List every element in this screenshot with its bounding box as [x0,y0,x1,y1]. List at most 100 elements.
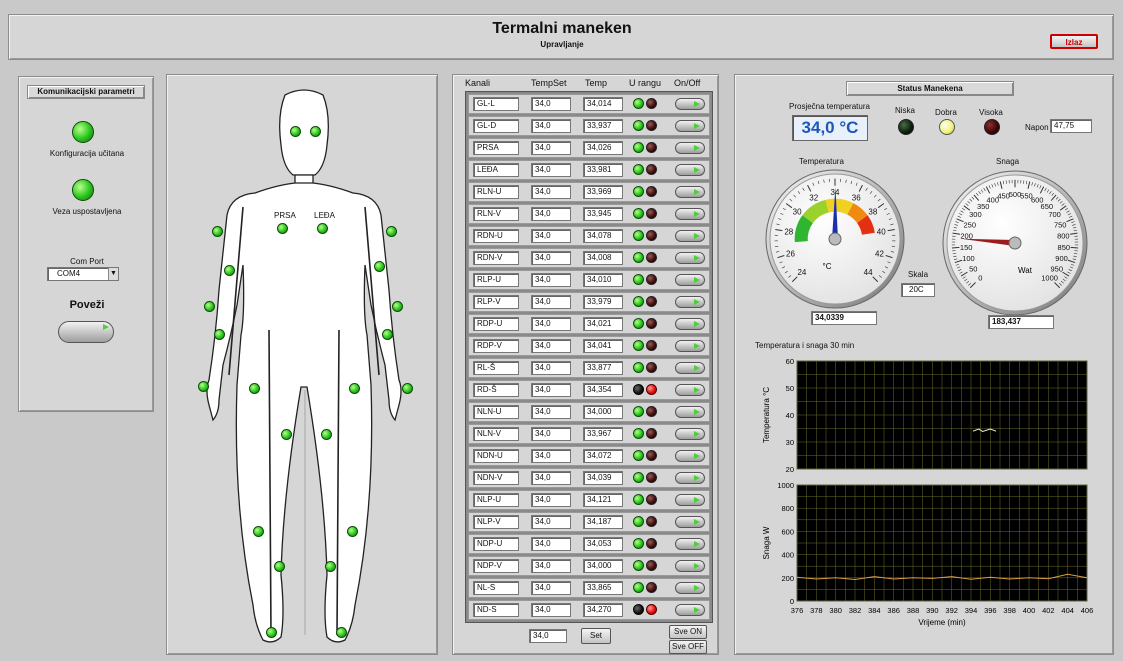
set-button[interactable]: Set [581,628,611,644]
channel-tempset-input[interactable]: 34,0 [531,383,571,397]
sensor-head-left[interactable] [290,126,301,137]
channel-onoff-toggle[interactable] [675,472,705,484]
channel-tempset-input[interactable]: 34,0 [531,163,571,177]
sensor-right-shin-1[interactable] [347,526,358,537]
channel-onoff-toggle[interactable] [675,450,705,462]
channel-onoff-toggle[interactable] [675,384,705,396]
sensor-right-upper-arm-2[interactable] [374,261,385,272]
channel-tempset-input[interactable]: 34,0 [531,493,571,507]
channel-tempset-input[interactable]: 34,0 [531,581,571,595]
channel-onoff-toggle[interactable] [675,362,705,374]
channel-onoff-toggle[interactable] [675,494,705,506]
channel-tempset-input[interactable]: 34,0 [531,603,571,617]
channel-onoff-toggle[interactable] [675,582,705,594]
y-tick-label: 400 [781,551,794,560]
channel-onoff-toggle[interactable] [675,318,705,330]
out-of-range-led [646,428,657,439]
channel-tempset-input[interactable]: 34,0 [531,185,571,199]
channel-row: RDP-V 34,0 34,041 [468,336,710,356]
channel-tempset-input[interactable]: 34,0 [531,229,571,243]
in-range-led [633,538,644,549]
exit-button[interactable]: Izlaz [1050,34,1098,49]
channel-tempset-input[interactable]: 34,0 [531,119,571,133]
out-of-range-led [646,362,657,373]
channel-onoff-toggle[interactable] [675,296,705,308]
channel-onoff-toggle[interactable] [675,406,705,418]
channel-tempset-input[interactable]: 34,0 [531,141,571,155]
app-title: Termalni maneken [492,20,632,37]
all-on-button[interactable]: Sve ON [669,625,707,639]
all-off-button[interactable]: Sve OFF [669,640,707,654]
channel-onoff-toggle[interactable] [675,516,705,528]
sensor-left-thigh-1[interactable] [249,383,260,394]
sensor-left-forearm-1[interactable] [204,301,215,312]
channel-tempset-input[interactable]: 34,0 [531,537,571,551]
sensor-right-upper-arm-1[interactable] [386,226,397,237]
channel-tempset-input[interactable]: 34,0 [531,559,571,573]
channel-temp-value: 34,078 [583,229,623,243]
sensor-right-hand[interactable] [402,383,413,394]
channel-tempset-input[interactable]: 34,0 [531,317,571,331]
channel-name: RDN-V [473,251,519,265]
sensor-right-thigh-1[interactable] [349,383,360,394]
channel-onoff-toggle[interactable] [675,428,705,440]
chevron-down-icon[interactable]: ▼ [108,268,118,280]
sensor-left-forearm-2[interactable] [214,329,225,340]
channel-onoff-toggle[interactable] [675,230,705,242]
channel-tempset-input[interactable]: 34,0 [531,97,571,111]
channel-name: NL-S [473,581,519,595]
sensor-left-thigh-2[interactable] [281,429,292,440]
channel-onoff-toggle[interactable] [675,142,705,154]
channel-onoff-toggle[interactable] [675,340,705,352]
sensor-right-thigh-2[interactable] [321,429,332,440]
scale-select[interactable]: 20C [901,283,935,297]
channel-tempset-input[interactable]: 34,0 [531,251,571,265]
channel-temp-value: 34,354 [583,383,623,397]
channel-onoff-toggle[interactable] [675,164,705,176]
channel-tempset-input[interactable]: 34,0 [531,471,571,485]
channel-tempset-input[interactable]: 34,0 [531,449,571,463]
sensor-left-hand[interactable] [198,381,209,392]
out-of-range-led [646,120,657,131]
channel-onoff-toggle[interactable] [675,186,705,198]
sensor-left-upper-arm-1[interactable] [212,226,223,237]
channel-name: RLP-V [473,295,519,309]
sensor-left-shin-1[interactable] [253,526,264,537]
channel-onoff-toggle[interactable] [675,538,705,550]
in-range-led [633,582,644,593]
channel-tempset-input[interactable]: 34,0 [531,207,571,221]
sensor-left-foot[interactable] [266,627,277,638]
channel-onoff-toggle[interactable] [675,252,705,264]
channel-tempset-input[interactable]: 34,0 [531,339,571,353]
channel-tempset-input[interactable]: 34,0 [531,273,571,287]
col-header-tempset: TempSet [531,78,567,88]
sensor-right-forearm-2[interactable] [382,329,393,340]
channel-tempset-input[interactable]: 34,0 [531,515,571,529]
sensor-left-shin-2[interactable] [274,561,285,572]
channel-tempset-input[interactable]: 34,0 [531,361,571,375]
channel-temp-value: 34,270 [583,603,623,617]
channel-tempset-input[interactable]: 34,0 [531,427,571,441]
connect-toggle[interactable] [58,321,114,343]
channel-temp-value: 34,053 [583,537,623,551]
sensor-back[interactable] [317,223,328,234]
sensor-left-upper-arm-2[interactable] [224,265,235,276]
sensor-right-forearm-1[interactable] [392,301,403,312]
sensor-right-foot[interactable] [336,627,347,638]
channel-onoff-toggle[interactable] [675,560,705,572]
channel-tempset-input[interactable]: 34,0 [531,295,571,309]
channel-row: RL-Š 34,0 33,877 [468,358,710,378]
channel-onoff-toggle[interactable] [675,274,705,286]
com-port-select[interactable]: COM4 ▼ [47,267,119,281]
all-tempset-input[interactable]: 34,0 [529,629,567,643]
sensor-right-shin-2[interactable] [325,561,336,572]
channel-tempset-input[interactable]: 34,0 [531,405,571,419]
channel-onoff-toggle[interactable] [675,604,705,616]
channel-onoff-toggle[interactable] [675,208,705,220]
channel-onoff-toggle[interactable] [675,98,705,110]
gauge-tick-label: 26 [786,249,795,258]
channel-onoff-toggle[interactable] [675,120,705,132]
sensor-chest[interactable] [277,223,288,234]
out-of-range-led [646,274,657,285]
sensor-head-right[interactable] [310,126,321,137]
